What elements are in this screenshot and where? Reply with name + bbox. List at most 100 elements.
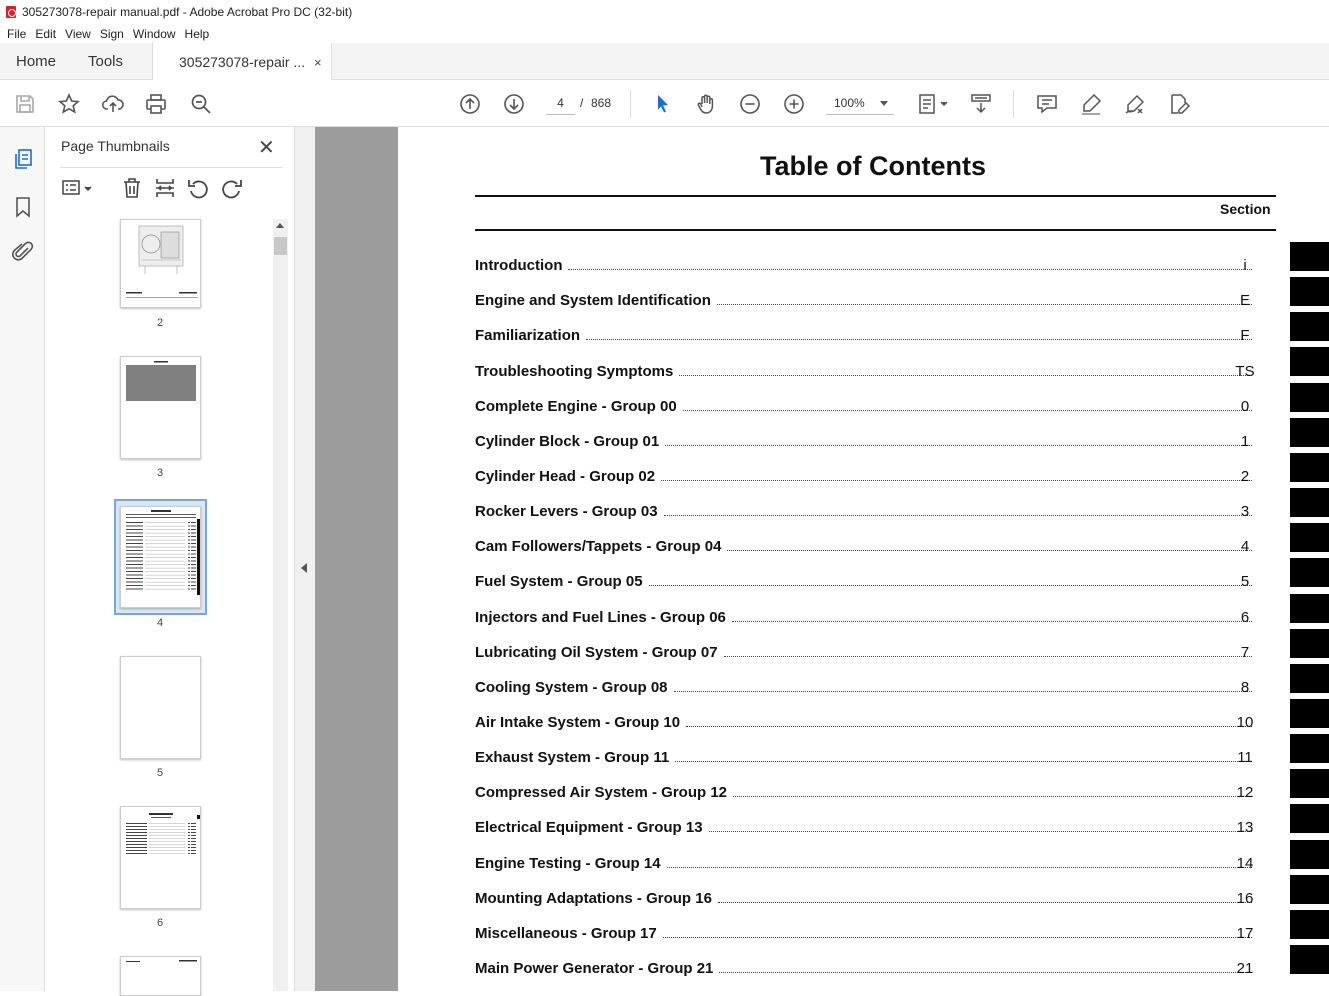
toc-entry[interactable]: Engine and System Identification E (475, 289, 1276, 309)
panel-collapse-handle[interactable] (295, 127, 315, 991)
toc-entry[interactable]: Rocker Levers - Group 03 3 (475, 500, 1276, 520)
toc-entry-section: 0 (1240, 398, 1250, 415)
rotate-right-icon[interactable] (220, 175, 244, 201)
scrollbar-thumb[interactable] (274, 237, 287, 255)
edge-mark (1290, 417, 1329, 447)
zoom-in-icon[interactable] (781, 91, 807, 117)
toc-leader-dots (731, 621, 1252, 622)
tab-document[interactable]: 305273078-repair ... (152, 43, 332, 81)
thumbnail-page[interactable] (120, 656, 201, 759)
toc-entry[interactable]: Fuel System - Group 05 5 (475, 570, 1276, 590)
menu-edit[interactable]: Edit (35, 27, 56, 41)
menu-help[interactable]: Help (185, 27, 210, 41)
zoom-out-icon[interactable] (737, 91, 763, 117)
edge-mark (1290, 523, 1329, 553)
delete-icon[interactable] (120, 175, 144, 201)
page-number-input[interactable]: 4 (546, 93, 575, 115)
toc-entry[interactable]: Cylinder Head - Group 02 2 (475, 465, 1276, 485)
toc-entry-label: Air Intake System - Group 10 (475, 714, 681, 731)
bookmark-icon[interactable] (11, 195, 35, 219)
toc-entry[interactable]: Cam Followers/Tappets - Group 04 4 (475, 535, 1276, 555)
toc-entry[interactable]: Air Intake System - Group 10 10 (475, 711, 1276, 731)
toc-entry[interactable]: Cooling System - Group 08 8 (475, 676, 1276, 696)
toc-entry[interactable]: Complete Engine - Group 00 0 (475, 395, 1276, 415)
edge-mark (1290, 734, 1329, 764)
select-arrow-icon[interactable] (649, 91, 675, 117)
menu-view[interactable]: View (65, 27, 91, 41)
toc-entry-section: 11 (1237, 749, 1253, 766)
header-rule (475, 229, 1276, 231)
thumbnail-page[interactable] (120, 356, 201, 459)
toc-entry-section: 12 (1236, 784, 1254, 801)
star-icon[interactable] (56, 91, 82, 117)
thumbnail-number: 6 (156, 917, 164, 929)
zoom-select[interactable]: 100% (826, 93, 894, 115)
toc-entry[interactable]: Injectors and Fuel Lines - Group 06 6 (475, 606, 1276, 626)
toc-entry-section: 8 (1240, 679, 1250, 696)
toolbar-divider (1013, 90, 1014, 118)
tab-home[interactable]: Home (16, 53, 56, 70)
prev-page-icon[interactable] (457, 91, 483, 117)
close-icon[interactable]: ✕ (258, 135, 275, 160)
edge-mark (1290, 804, 1329, 834)
scroll-up-icon[interactable] (276, 223, 284, 228)
upload-icon[interactable] (100, 91, 126, 117)
edge-mark (1290, 593, 1329, 623)
fit-page-icon[interactable] (914, 91, 950, 117)
tab-close-icon[interactable]: × (314, 55, 322, 70)
options-icon[interactable] (61, 175, 95, 201)
edit-icon[interactable] (1166, 91, 1192, 117)
toc-entry[interactable]: Familiarization F (475, 324, 1276, 344)
tab-document-label: 305273078-repair ... (179, 54, 306, 70)
sign-icon[interactable] (1122, 91, 1148, 117)
toc-entry[interactable]: Engine Testing - Group 14 14 (475, 852, 1276, 872)
hand-icon[interactable] (693, 91, 719, 117)
toc-leader-dots (733, 796, 1252, 797)
toc-entry[interactable]: Miscellaneous - Group 17 17 (475, 922, 1276, 942)
toc-entry[interactable]: Cylinder Block - Group 01 1 (475, 430, 1276, 450)
toc-entry[interactable]: Exhaust System - Group 11 11 (475, 746, 1276, 766)
rotate-left-icon[interactable] (186, 175, 210, 201)
toc-entry[interactable]: Main Power Generator - Group 21 21 (475, 957, 1276, 977)
pdf-icon (6, 6, 16, 18)
toc-entry[interactable]: Lubricating Oil System - Group 07 7 (475, 641, 1276, 661)
thumbnail-page[interactable] (120, 956, 201, 996)
toc-entry-section: 2 (1240, 468, 1250, 485)
attachment-icon[interactable] (11, 240, 35, 264)
toc-entry[interactable]: Mounting Adaptations - Group 16 16 (475, 887, 1276, 907)
toc-entry-section: TS (1235, 363, 1255, 380)
toc-entry-label: Main Power Generator - Group 21 (475, 960, 714, 977)
thumbnails-icon[interactable] (11, 147, 35, 171)
toc-leader-dots (717, 902, 1252, 903)
edge-mark (1290, 874, 1329, 904)
menu-sign[interactable]: Sign (100, 27, 124, 41)
edge-mark (1290, 488, 1329, 518)
thumbnail-page[interactable] (120, 806, 201, 909)
toc-entry-label: Electrical Equipment - Group 13 (475, 819, 703, 836)
engine-illustration (126, 225, 198, 298)
toc-entry[interactable]: Troubleshooting Symptoms TS (475, 360, 1276, 380)
highlight-icon[interactable] (1078, 91, 1104, 117)
search-zoom-icon[interactable] (188, 91, 214, 117)
zoom-value: 100% (834, 96, 865, 110)
toc-entry-section: F (1240, 327, 1250, 344)
toc-entry[interactable]: Electrical Equipment - Group 13 13 (475, 816, 1276, 836)
thumbnails-scrollbar[interactable] (273, 219, 288, 991)
menu-window[interactable]: Window (133, 27, 176, 41)
print-icon[interactable] (143, 91, 169, 117)
chevron-down-icon (880, 101, 888, 106)
edge-mark (1290, 698, 1329, 728)
thumbnail-page-selected[interactable] (120, 506, 201, 608)
tab-tools[interactable]: Tools (88, 53, 123, 70)
section-column-header: Section (1220, 201, 1271, 217)
toc-entry[interactable]: Introduction i (475, 254, 1276, 274)
next-page-icon[interactable] (501, 91, 527, 117)
extract-icon[interactable] (153, 175, 177, 201)
toc-entry[interactable]: Compressed Air System - Group 12 12 (475, 781, 1276, 801)
page-separator: / (580, 96, 584, 110)
comment-icon[interactable] (1034, 91, 1060, 117)
thumbnail-page[interactable] (120, 219, 201, 308)
save-icon[interactable] (12, 91, 38, 117)
scroll-mode-icon[interactable] (968, 91, 994, 117)
menu-file[interactable]: File (7, 27, 26, 41)
